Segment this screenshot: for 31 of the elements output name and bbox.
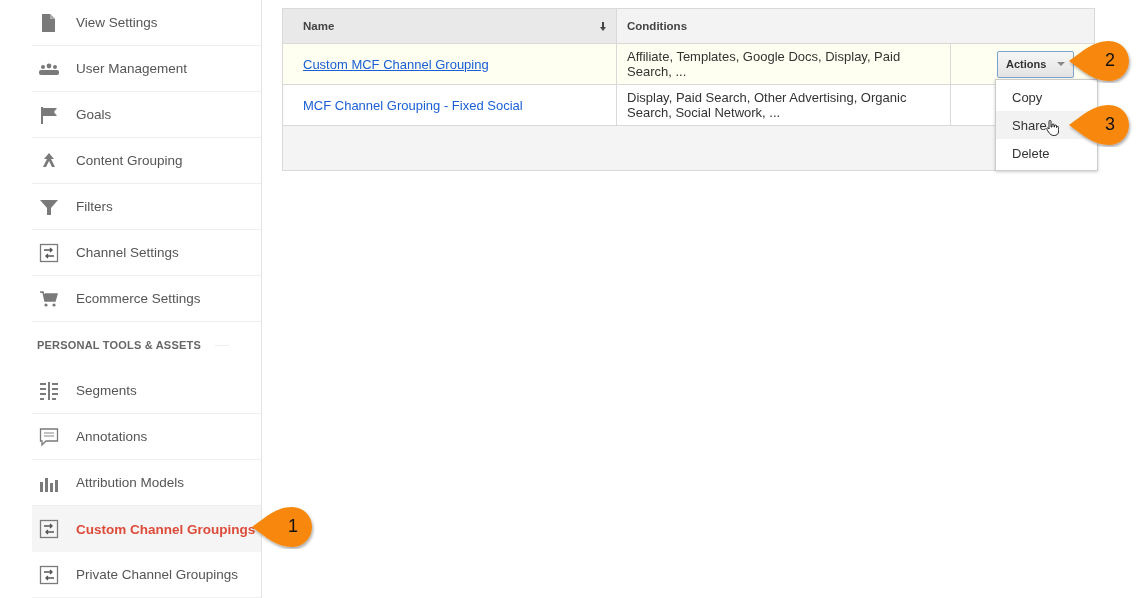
sidebar-item[interactable]: View Settings <box>32 0 261 46</box>
channel-arrows-icon <box>39 242 59 263</box>
channel-grouping-link[interactable]: MCF Channel Grouping - Fixed Social <box>283 97 523 113</box>
caret-icon <box>1057 62 1065 66</box>
column-header[interactable]: Name <box>303 20 335 32</box>
sidebar-item[interactable]: Private Channel Groupings <box>32 552 261 598</box>
menu-item[interactable]: Delete <box>996 139 1097 167</box>
comment-icon <box>39 426 59 447</box>
table-cell-text: Affiliate, Templates, Google Docs, Display, Paid Search, ... <box>626 49 902 79</box>
section-heading: PERSONAL TOOLS & ASSETS <box>37 339 201 351</box>
sidebar-item[interactable]: Ecommerce Settings <box>32 276 261 322</box>
channel-grouping-link[interactable]: Custom MCF Channel Grouping <box>283 56 489 72</box>
sidebar-item[interactable]: Custom Channel Groupings <box>32 506 261 552</box>
flag-icon <box>39 104 59 125</box>
sort-arrow-icon[interactable] <box>600 21 606 31</box>
sidebar-item[interactable]: Goals <box>32 92 261 138</box>
cart-icon <box>39 288 59 309</box>
sidebar-item[interactable]: Content Grouping <box>32 138 261 184</box>
table-cell-text: Display, Paid Search, Other Advertising, Organic Search, Social Network, ... <box>626 90 908 120</box>
segments-icon <box>39 380 59 401</box>
column-header[interactable]: Conditions <box>627 20 688 32</box>
channel-arrows-icon <box>39 519 59 539</box>
sidebar-item[interactable]: Channel Settings <box>32 230 261 276</box>
sidebar-item[interactable]: Filters <box>32 184 261 230</box>
sidebar-item[interactable]: User Management <box>32 46 261 92</box>
actions-dropdown-button[interactable]: Actions <box>997 50 1074 78</box>
hand-cursor-icon <box>1046 120 1059 136</box>
channel-arrows-icon <box>39 564 59 585</box>
sidebar-item[interactable]: Annotations <box>32 414 261 460</box>
sidebar-item[interactable]: Segments <box>32 368 261 414</box>
menu-item[interactable]: Copy <box>996 83 1097 111</box>
